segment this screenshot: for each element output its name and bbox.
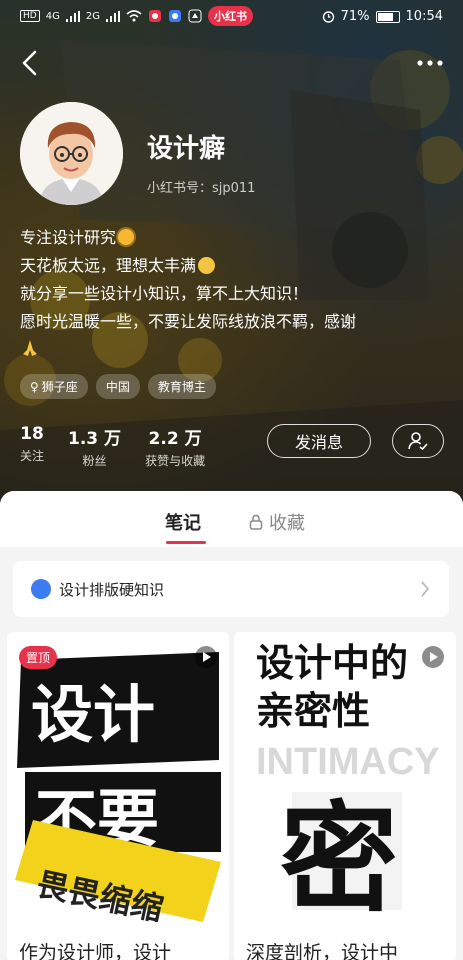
profile-id[interactable]: 小红书号：sjp011 [147,177,255,196]
stat-likes-collects[interactable]: 2.2 万 获赞与收藏 [145,424,205,469]
avatar[interactable] [20,102,123,205]
cover-text-line: 设计中的 [256,641,408,685]
stat-number: 18 [20,424,44,444]
content-tabs: 笔记 收藏 [0,491,463,547]
content-panel: 笔记 收藏 设计排版硬知识 设计 不要 畏畏缩缩 置顶 作为设计师，设计 设计中… [0,491,463,960]
wifi-icon [126,10,142,22]
bio-line: 愿时光温暖一些，不要让发际线放浪不羁，感谢 [20,308,450,336]
tag-category[interactable]: 教育博主 [147,374,216,399]
user-check-icon [408,432,428,451]
signal-icon-2 [105,10,120,22]
app-notification-icon [148,10,161,22]
avatar-illustration [20,102,123,205]
pinned-badge: 置顶 [19,646,58,669]
alarm-icon [322,11,334,23]
profile-header: HD 4G 2G 小红书 71% 10:54 设计癖 小红书号：sjp011 专… [0,0,463,505]
note-title: 作为设计师，设计 [19,942,172,960]
stat-label: 获赞与收藏 [145,454,206,468]
pleading-face-emoji-icon [198,257,216,274]
stat-label: 粉丝 [82,454,107,468]
tag-label: 教育博主 [157,380,206,394]
bio-line: 就分享一些设计小知识，算不上大知识！ [20,280,450,308]
praying-hands-emoji-icon [23,340,37,356]
stat-followers[interactable]: 1.3 万 粉丝 [68,424,121,469]
note-card[interactable]: 设计 不要 畏畏缩缩 置顶 作为设计师，设计 [7,632,229,960]
note-card[interactable]: 设计中的 亲密性 INTIMACY 密 深度剖析，设计中 [234,632,456,960]
back-arrow-icon[interactable] [16,48,46,78]
female-gender-icon: ♀ [30,379,39,394]
app-notification-icon-3 [188,9,202,23]
clock: 10:54 [405,9,443,24]
status-bar: HD 4G 2G 小红书 71% 10:54 [0,0,463,34]
signal-4g-label: 4G [45,10,60,22]
note-title: 深度剖析，设计中 [246,942,399,960]
profile-tags: ♀ 狮子座 中国 教育博主 [20,374,216,399]
bio-line: 天花板太远，理想太丰满 [20,252,450,280]
tab-notes[interactable]: 笔记 [165,509,201,535]
note-cover-image: 设计中的 亲密性 INTIMACY 密 [234,632,456,922]
bio-line-text: 天花板太远，理想太丰满 [20,256,197,275]
tag-label: 中国 [105,380,130,394]
send-message-button[interactable]: 发消息 [267,424,371,458]
note-cover-image: 设计 不要 畏畏缩缩 [7,632,229,922]
cover-text-line: 设计 [31,678,155,751]
app-badge: 小红书 [208,6,253,26]
tab-active-indicator [166,541,206,544]
video-play-icon [195,646,217,668]
profile-name: 设计癖 [147,134,226,164]
cover-text-line: 密 [280,790,398,922]
profile-bio: 专注设计研究 天花板太远，理想太丰满 就分享一些设计小知识，算不上大知识！ 愿时… [20,224,450,364]
tag-location[interactable]: 中国 [95,374,140,399]
cover-text-line: INTIMACY [256,741,440,783]
bio-line-text: 专注设计研究 [20,228,117,247]
tag-label: 狮子座 [41,380,78,394]
lock-icon [249,514,263,530]
bio-line-text: 就分享一些设计小知识，算不上大知识！ [20,284,309,303]
tab-favorites-label: 收藏 [269,513,305,534]
profile-stats: 18 关注 1.3 万 粉丝 2.2 万 获赞与收藏 [20,424,205,469]
bio-line: 专注设计研究 [20,224,450,252]
bio-line [20,336,450,364]
stat-label: 关注 [20,449,45,463]
tab-favorites[interactable]: 收藏 [249,509,305,535]
stat-following[interactable]: 18 关注 [20,424,44,469]
more-options-icon[interactable] [415,50,445,76]
status-right: 71% 10:54 [322,9,443,24]
stat-number: 2.2 万 [148,429,202,449]
collection-banner[interactable]: 设计排版硬知识 [13,561,449,617]
signal-icon [65,10,80,22]
signal-2g-label: 2G [85,10,100,22]
chevron-right-icon [421,581,430,597]
followed-button[interactable] [392,424,444,458]
battery-icon [375,10,400,23]
sun-emoji-icon [118,229,135,245]
status-left: HD 4G 2G [20,9,202,23]
tag-zodiac[interactable]: ♀ 狮子座 [20,374,88,399]
video-play-icon [422,646,444,668]
stat-number: 1.3 万 [68,429,122,449]
hd-indicator: HD [20,10,40,22]
bio-line-text: 愿时光温暖一些，不要让发际线放浪不羁，感谢 [20,312,357,331]
app-notification-icon-2 [168,10,181,22]
cover-text-line: 亲密性 [256,689,370,733]
collection-label: 设计排版硬知识 [59,581,165,599]
battery-percent: 71% [340,9,370,24]
collection-icon [31,579,51,599]
